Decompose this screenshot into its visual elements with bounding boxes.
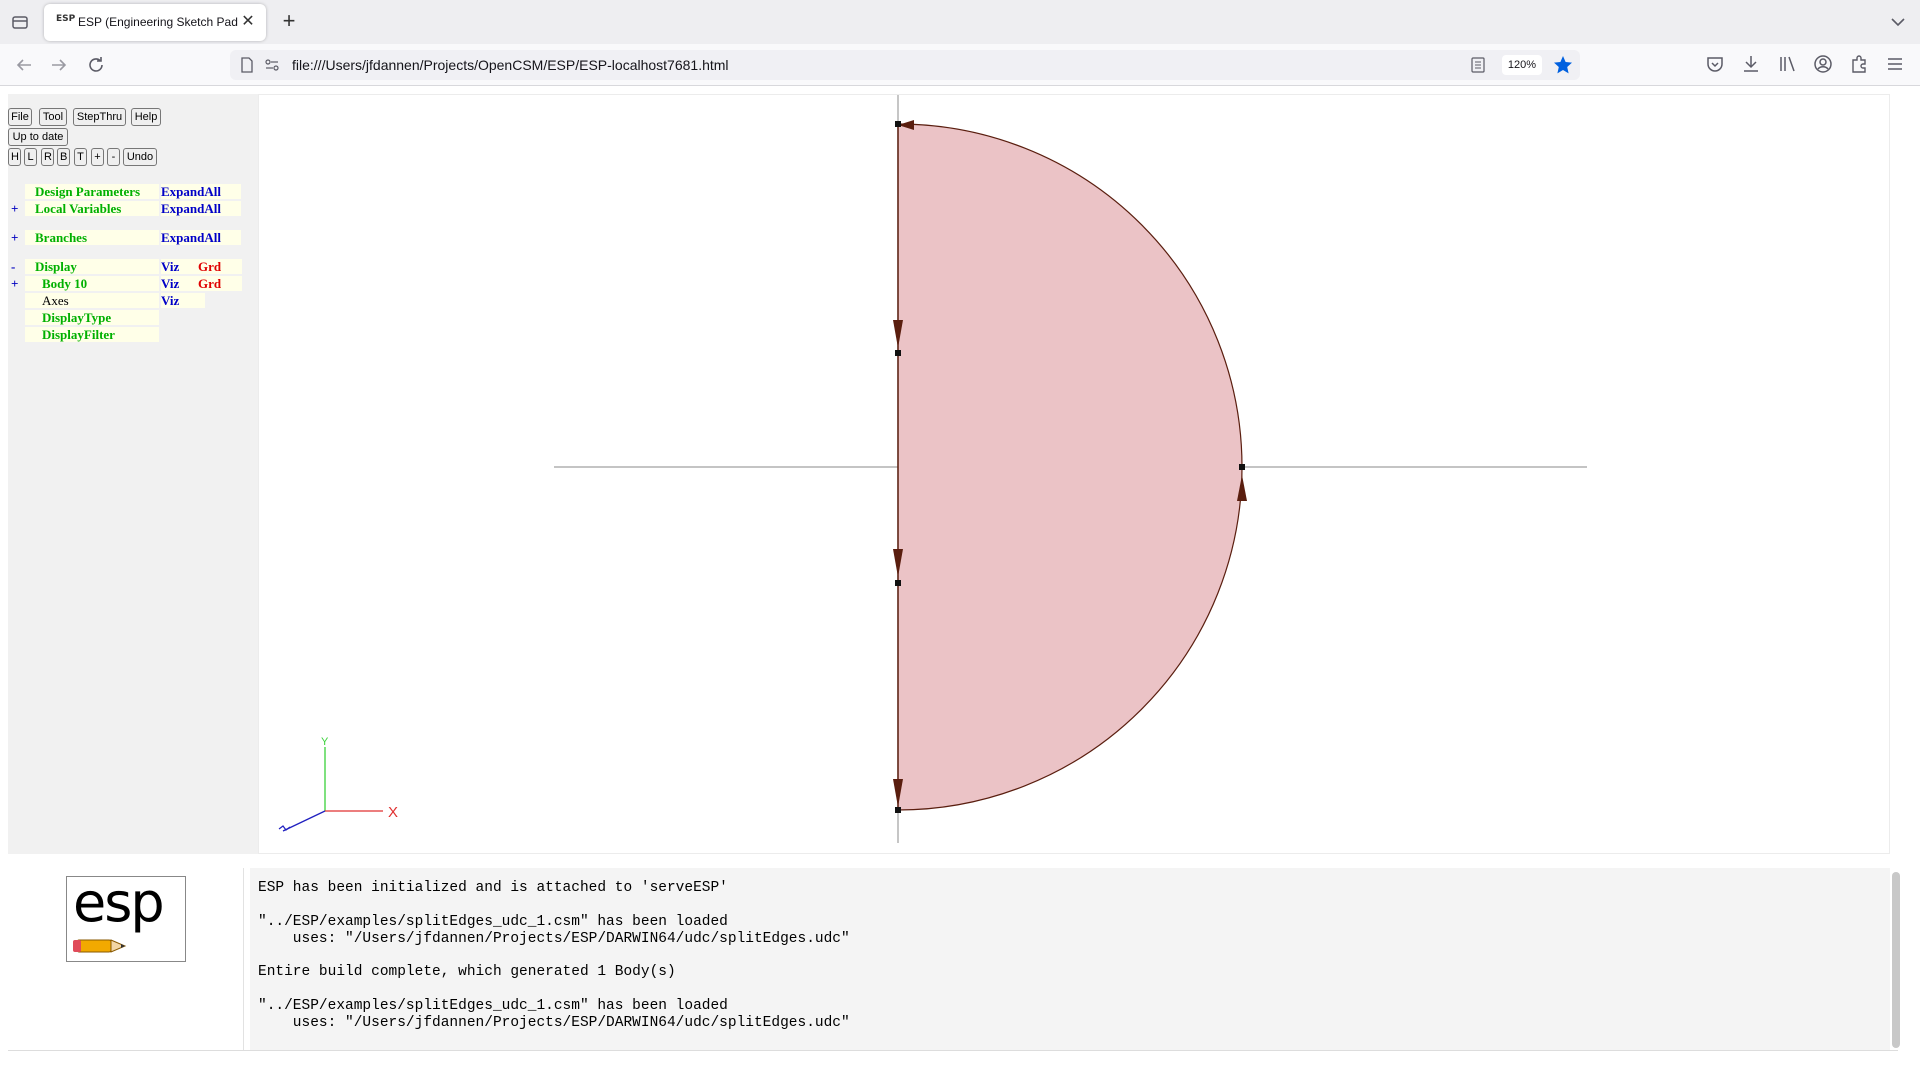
graphics-canvas[interactable]: Y X	[258, 94, 1890, 854]
messages-scrollbar[interactable]	[1892, 872, 1900, 1048]
reader-view-icon[interactable]	[1470, 57, 1486, 73]
bookmark-star-icon[interactable]	[1552, 54, 1574, 76]
undo-button[interactable]: Undo	[123, 148, 157, 166]
axes-label[interactable]: Axes	[25, 293, 159, 308]
message-line-1: ESP has been initialized and is attached…	[258, 880, 728, 896]
zoom-out-button[interactable]: -	[107, 148, 120, 166]
new-tab-button[interactable]: +	[277, 10, 301, 34]
menu-icon[interactable]	[1884, 53, 1906, 75]
branches-expandall[interactable]: ExpandAll	[161, 230, 241, 245]
stepthru-button[interactable]: StepThru	[73, 108, 126, 126]
tree-row-local-variables: + Local Variables ExpandAll	[8, 201, 241, 217]
body10-grd[interactable]: Grd	[198, 276, 242, 291]
extensions-icon[interactable]	[1848, 53, 1870, 75]
zoom-in-button[interactable]: +	[91, 148, 104, 166]
messages-panel[interactable]: ESP has been initialized and is attached…	[250, 868, 1890, 1050]
url-bar[interactable]: file:///Users/jfdannen/Projects/OpenCSM/…	[230, 50, 1580, 80]
local-variables-label[interactable]: Local Variables	[25, 201, 159, 216]
view-right-button[interactable]: R	[41, 148, 54, 166]
bottom-divider	[8, 1050, 1898, 1051]
pencil-icon	[73, 939, 127, 953]
permissions-icon[interactable]	[264, 57, 280, 73]
semicircle-face[interactable]	[897, 123, 1243, 811]
design-parameters-expandall[interactable]: ExpandAll	[161, 184, 241, 199]
displaytype-label[interactable]: DisplayType	[25, 310, 159, 325]
displayfilter-label[interactable]: DisplayFilter	[25, 327, 159, 342]
tab-overflow-icon[interactable]	[1888, 12, 1908, 32]
node-split-2[interactable]	[895, 580, 901, 586]
pocket-icon[interactable]	[1704, 53, 1726, 75]
view-left-button[interactable]: L	[24, 148, 37, 166]
tree-row-display: - Display Viz Grd	[8, 259, 242, 275]
esp-logo: esp	[66, 871, 186, 962]
tree-row-design-parameters: Design Parameters ExpandAll	[8, 184, 241, 199]
navigation-bar: file:///Users/jfdannen/Projects/OpenCSM/…	[0, 44, 1920, 86]
node-top[interactable]	[895, 121, 901, 127]
axes-viz[interactable]: Viz	[161, 293, 205, 308]
display-label[interactable]: Display	[25, 259, 159, 274]
tree-row-displayfilter: DisplayFilter	[8, 327, 240, 342]
file-button[interactable]: File	[8, 108, 32, 126]
tool-button[interactable]: Tool	[39, 108, 67, 126]
body10-label[interactable]: Body 10	[25, 276, 159, 291]
design-parameters-label[interactable]: Design Parameters	[25, 184, 159, 199]
help-button[interactable]: Help	[131, 108, 161, 126]
account-icon[interactable]	[1812, 53, 1834, 75]
node-arc-mid[interactable]	[1239, 464, 1245, 470]
tab-list-icon[interactable]	[9, 11, 31, 33]
tab-title: ESP (Engineering Sketch Pad, V	[78, 15, 238, 29]
node-bottom[interactable]	[895, 807, 901, 813]
triad-y-label: Y	[321, 736, 329, 748]
local-variables-expandall[interactable]: ExpandAll	[161, 201, 241, 216]
local-variables-toggle[interactable]: +	[11, 201, 23, 217]
message-line-4: Entire build complete, which generated 1…	[258, 964, 676, 980]
graphics-svg: Y X	[278, 95, 1587, 843]
message-line-6: uses: "/Users/jfdannen/Projects/ESP/DARW…	[258, 1015, 850, 1031]
status-button[interactable]: Up to date	[8, 128, 68, 146]
display-toggle[interactable]: -	[11, 259, 23, 275]
body10-toggle[interactable]: +	[11, 276, 23, 292]
zoom-level-badge[interactable]: 120%	[1502, 55, 1542, 75]
tree-row-branches: + Branches ExpandAll	[8, 230, 241, 246]
url-text[interactable]: file:///Users/jfdannen/Projects/OpenCSM/…	[292, 57, 729, 73]
tree-row-axes: Axes Viz	[8, 293, 240, 308]
tree-row-body10: + Body 10 Viz Grd	[8, 276, 242, 292]
message-line-5: "../ESP/examples/splitEdges_udc_1.csm" h…	[258, 998, 728, 1014]
view-home-button[interactable]: H	[8, 148, 21, 166]
logo-panel: esp	[8, 868, 244, 1050]
display-grd[interactable]: Grd	[198, 259, 242, 274]
library-icon[interactable]	[1776, 53, 1798, 75]
logo-text: esp	[73, 871, 165, 934]
close-tab-icon[interactable]: ✕	[238, 12, 258, 32]
tree-row-displaytype: DisplayType	[8, 310, 240, 325]
message-line-2: "../ESP/examples/splitEdges_udc_1.csm" h…	[258, 914, 728, 930]
branches-label[interactable]: Branches	[25, 230, 159, 245]
node-split-1[interactable]	[895, 350, 901, 356]
forward-icon[interactable]	[47, 53, 71, 77]
active-tab[interactable]: ESP ESP (Engineering Sketch Pad, V ✕	[44, 4, 266, 41]
page-icon	[240, 57, 254, 73]
back-icon[interactable]	[12, 53, 36, 77]
tab-bar: ESP ESP (Engineering Sketch Pad, V ✕ +	[0, 0, 1920, 44]
esp-favicon-icon: ESP	[56, 14, 76, 24]
view-top-button[interactable]: T	[74, 148, 87, 166]
downloads-icon[interactable]	[1740, 53, 1762, 75]
branches-toggle[interactable]: +	[11, 230, 23, 246]
triad-x-label: X	[388, 804, 398, 821]
view-bottom-button[interactable]: B	[57, 148, 70, 166]
message-line-3: uses: "/Users/jfdannen/Projects/ESP/DARW…	[258, 931, 850, 947]
reload-icon[interactable]	[84, 53, 108, 77]
triad-z-label	[278, 825, 291, 831]
